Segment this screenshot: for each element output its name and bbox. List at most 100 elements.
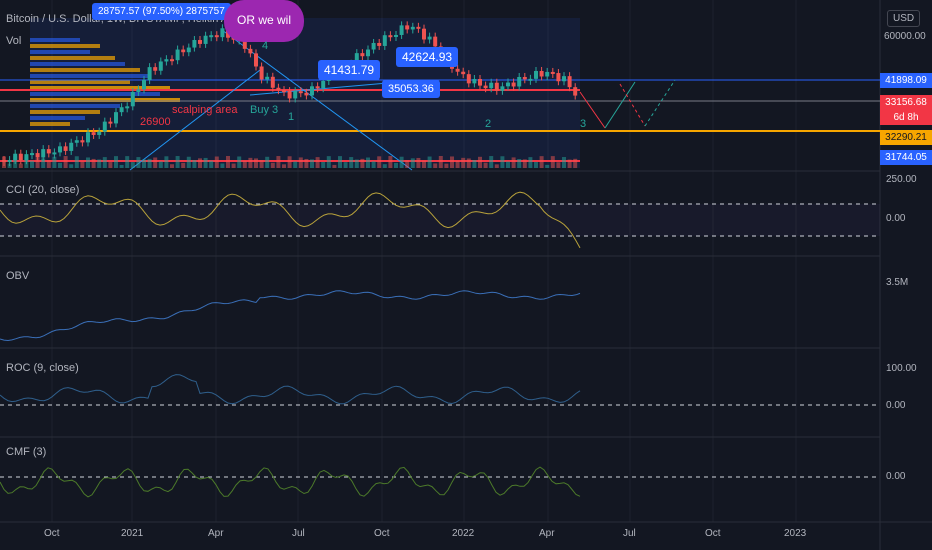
volume-bar	[80, 161, 85, 168]
volume-bar	[550, 156, 555, 168]
volume-bar	[136, 157, 141, 168]
chart-canvas[interactable]	[0, 0, 932, 550]
candle	[399, 25, 404, 35]
candle	[366, 49, 370, 57]
candle	[282, 90, 286, 93]
price-tag-33156[interactable]: 33156.68	[880, 95, 932, 110]
volume-bar	[494, 164, 499, 168]
volume-bar	[52, 156, 57, 168]
price-bubble-41431[interactable]: 41431.79	[318, 60, 381, 80]
candle	[455, 68, 460, 72]
volume-bar	[298, 157, 303, 168]
volume-bar	[433, 163, 438, 168]
volume-bar	[366, 157, 370, 168]
buy3-label: Buy 3	[250, 104, 279, 116]
candle	[310, 86, 314, 96]
candle	[433, 36, 438, 47]
wave-1-label: 1	[288, 111, 295, 123]
volume-bar	[506, 161, 510, 168]
candle	[478, 78, 482, 86]
price-bubble-42624[interactable]: 42624.93	[396, 47, 459, 67]
volume-bar	[35, 157, 40, 168]
volume-bar	[410, 158, 415, 168]
candle	[125, 106, 130, 109]
volume-bar	[203, 157, 208, 168]
volume-bar	[427, 156, 432, 168]
volume-bar	[500, 156, 505, 168]
volume-bar	[153, 157, 158, 168]
volume-bar	[522, 159, 527, 168]
candle	[203, 35, 208, 44]
note-bubble[interactable]: OR we wil	[224, 0, 304, 42]
volume-bar	[371, 161, 376, 168]
volume-bar	[24, 156, 29, 168]
volume-bar	[192, 160, 197, 168]
volume-bar	[170, 164, 174, 168]
volume-bar	[276, 156, 281, 168]
cci-title[interactable]: CCI (20, close)	[6, 184, 79, 196]
candle	[427, 36, 432, 40]
cmf-title[interactable]: CMF (3)	[6, 446, 46, 458]
volume-bar	[265, 156, 270, 168]
candle	[209, 35, 214, 38]
candle	[388, 35, 393, 38]
wave-2-label: 2	[485, 118, 492, 130]
volume-bar	[74, 156, 79, 168]
volume-bar	[332, 164, 337, 168]
volume-bar	[472, 159, 477, 168]
projection-arrows	[579, 79, 676, 129]
volume-bar	[466, 158, 471, 168]
top-price-label[interactable]: 28757.57 (97.50%) 2875757	[92, 3, 231, 20]
price-tag-41898[interactable]: 41898.09	[880, 73, 932, 88]
obv-title[interactable]: OBV	[6, 270, 29, 282]
volume-bar	[388, 156, 393, 168]
candle	[360, 53, 365, 57]
volume-label[interactable]: Vol	[6, 35, 21, 47]
candle	[259, 66, 264, 80]
candle	[472, 78, 477, 84]
candle	[494, 82, 499, 91]
volume-bar	[226, 156, 230, 168]
candle	[46, 149, 51, 154]
candle	[142, 80, 146, 90]
candle	[164, 59, 169, 62]
candle	[102, 121, 107, 132]
volume-bar	[517, 158, 522, 168]
candle	[545, 71, 550, 77]
volume-bar	[119, 164, 124, 168]
candle	[52, 152, 57, 155]
candle	[539, 70, 544, 77]
volume-bar	[30, 160, 34, 168]
candle	[254, 53, 258, 67]
volume-bar	[209, 160, 214, 168]
volume-bar	[181, 162, 186, 168]
volume-bar	[539, 156, 544, 168]
volume-bar	[18, 163, 23, 168]
candle	[58, 146, 62, 153]
candle	[461, 71, 466, 75]
volume-bar	[254, 158, 258, 168]
roc-title[interactable]: ROC (9, close)	[6, 362, 79, 374]
candle	[304, 92, 309, 96]
price-bubble-35053[interactable]: 35053.36	[382, 80, 440, 98]
volume-bar	[438, 156, 443, 168]
volume-bar	[545, 164, 550, 168]
volume-bar	[511, 157, 516, 168]
volume-bar	[231, 163, 236, 168]
candle	[511, 82, 516, 87]
time-axis-2022: 2022	[452, 528, 475, 539]
time-axis-2021: 2021	[121, 528, 144, 539]
countdown-tag: 6d 8h	[880, 110, 932, 125]
price-tag-31744[interactable]: 31744.05	[880, 150, 932, 165]
volume-bar	[270, 162, 275, 168]
volume-bar	[534, 161, 538, 168]
candle	[556, 73, 561, 82]
candle	[170, 59, 174, 62]
candle	[517, 76, 522, 87]
price-tag-32290[interactable]: 32290.21	[880, 130, 932, 145]
obv-line	[0, 290, 581, 342]
currency-button[interactable]: USD	[887, 10, 921, 27]
candle	[528, 78, 533, 81]
candle	[97, 131, 102, 135]
candle	[410, 26, 415, 30]
